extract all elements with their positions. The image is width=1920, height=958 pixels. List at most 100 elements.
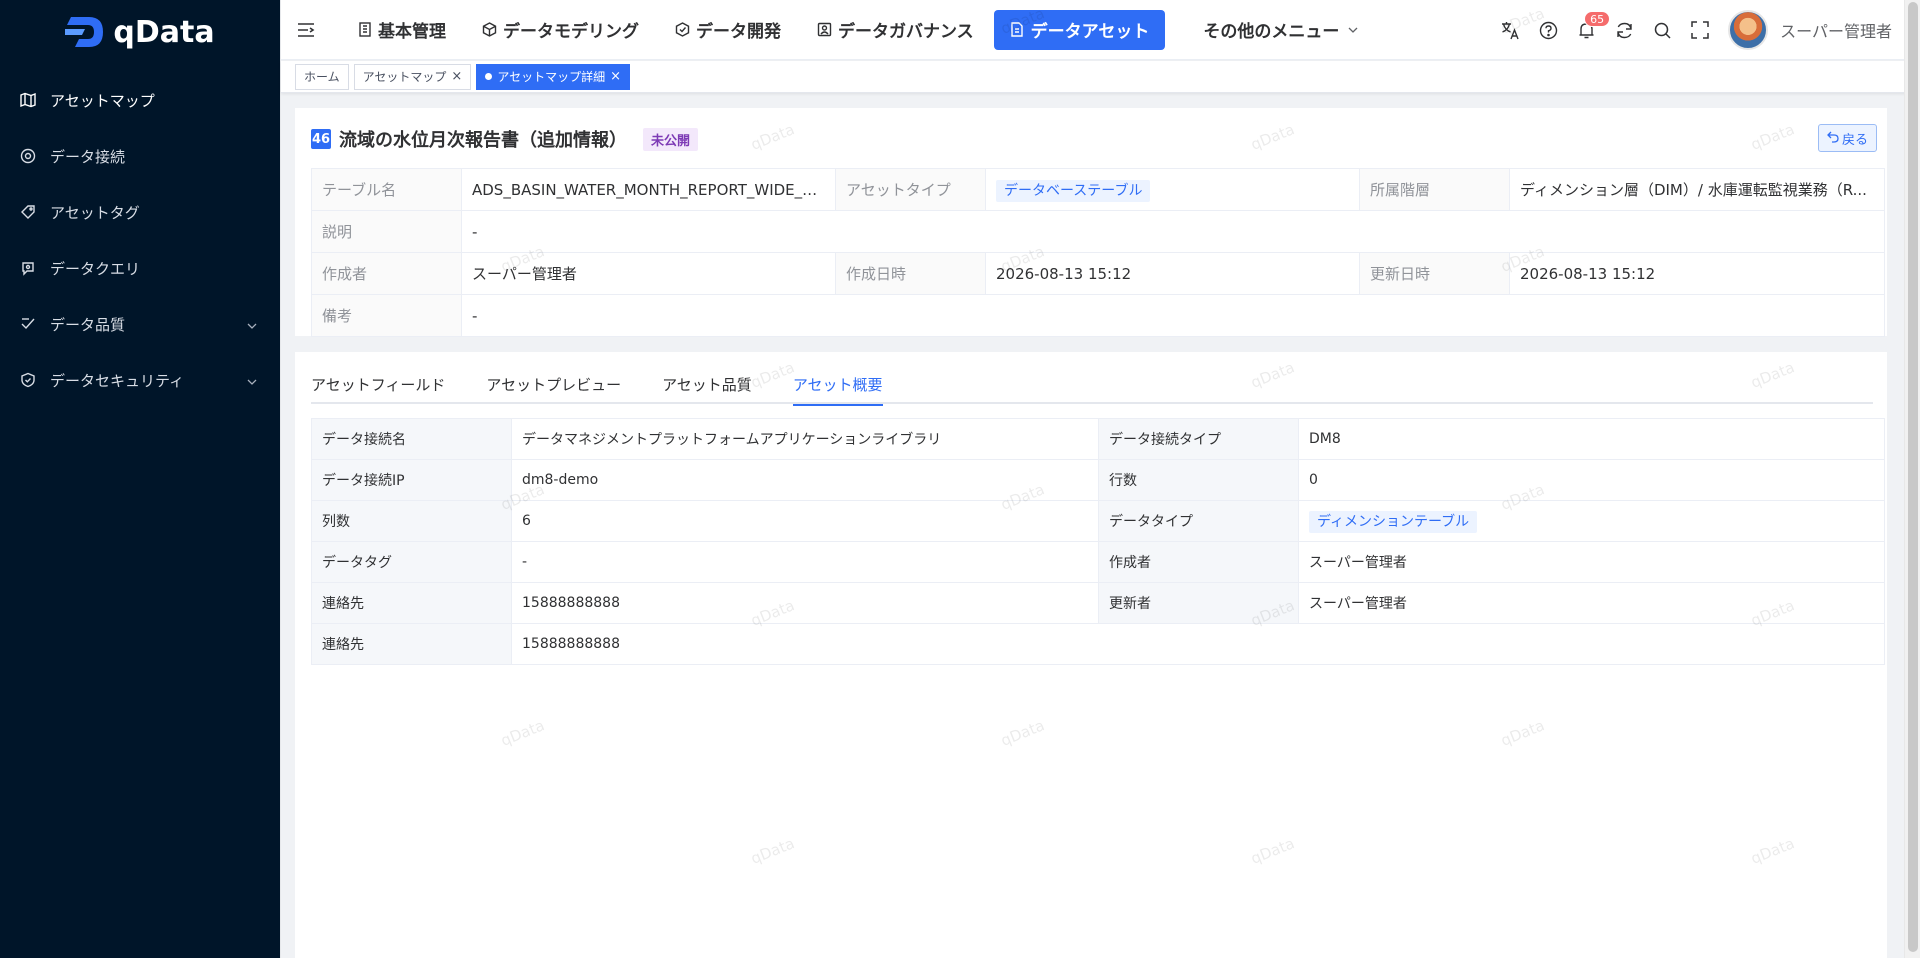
asset-overview-table: データ接続名 データマネジメントプラットフォームアプリケーションライブラリ デー… bbox=[311, 418, 1885, 665]
tag-label: アセットマップ bbox=[362, 70, 447, 84]
active-dot-icon bbox=[485, 73, 493, 80]
creator-label: 作成者 bbox=[311, 252, 462, 295]
sidebar-item-label: アセットタグ bbox=[50, 203, 140, 222]
map-icon bbox=[20, 92, 36, 108]
refresh-icon[interactable] bbox=[1614, 20, 1634, 40]
topnav-label: 基本管理 bbox=[378, 22, 446, 42]
table-row: 列数 6 データタイプ ディメンションテーブル bbox=[311, 500, 1885, 542]
overview-value: 15888888888 bbox=[511, 582, 1099, 624]
close-icon[interactable]: × bbox=[451, 70, 462, 83]
overview-value: - bbox=[511, 541, 1099, 583]
notification-bell-icon[interactable]: 65 bbox=[1576, 11, 1611, 40]
overview-label: データタグ bbox=[311, 541, 512, 583]
asset-tabs: アセットフィールド アセットプレビュー アセット品質 アセット概要 bbox=[311, 366, 1873, 406]
table-name-value: ADS_BASIN_WATER_MONTH_REPORT_WIDE_A... bbox=[461, 168, 836, 211]
asset-icon bbox=[1010, 22, 1025, 37]
top-nav: 基本管理 データモデリング データ開発 データガバナンス データアセット その他… bbox=[341, 0, 1380, 59]
sidebar-item-label: データクエリ bbox=[50, 259, 141, 278]
menu-fold-icon[interactable] bbox=[297, 22, 315, 38]
overview-label: 作成者 bbox=[1098, 541, 1299, 583]
page-scrollbar[interactable] bbox=[1904, 0, 1920, 958]
overview-value: 15888888888 bbox=[511, 623, 1885, 665]
description-value: - bbox=[461, 210, 1885, 253]
topnav-data-development[interactable]: データ開発 bbox=[659, 10, 797, 50]
sidebar-item-data-security[interactable]: データセキュリティ bbox=[0, 352, 280, 408]
layer-value: ディメンション層（DIM）/ 水庫運転監視業務（R... bbox=[1509, 168, 1885, 211]
overview-value: 0 bbox=[1298, 459, 1885, 501]
overview-label: データ接続IP bbox=[311, 459, 512, 501]
remarks-label: 備考 bbox=[311, 294, 462, 337]
hexagon-icon bbox=[675, 22, 690, 37]
cube-icon bbox=[482, 22, 497, 37]
sidebar-item-data-quality[interactable]: データ品質 bbox=[0, 296, 280, 352]
tag-asset-map-detail[interactable]: アセットマップ詳細 × bbox=[476, 63, 630, 90]
back-button[interactable]: 戻る bbox=[1817, 124, 1877, 152]
quality-icon bbox=[20, 316, 36, 332]
topnav-data-asset[interactable]: データアセット bbox=[993, 9, 1166, 50]
topnav-more-menu[interactable]: その他のメニュー bbox=[1187, 10, 1376, 50]
back-button-label: 戻る bbox=[1841, 131, 1868, 147]
overview-label: データ接続名 bbox=[311, 418, 512, 460]
status-badge: 未公開 bbox=[643, 127, 699, 151]
logo[interactable]: qData bbox=[0, 0, 280, 64]
asset-type-tag: データベーステーブル bbox=[996, 179, 1151, 202]
scrollbar-thumb[interactable] bbox=[1908, 2, 1918, 952]
qdata-logo-icon bbox=[65, 14, 107, 50]
overview-value: 6 bbox=[511, 500, 1099, 542]
logo-text: qData bbox=[113, 14, 215, 50]
overview-label: 更新者 bbox=[1098, 582, 1299, 624]
asset-tabs-panel: アセットフィールド アセットプレビュー アセット品質 アセット概要 データ接続名… bbox=[295, 352, 1887, 958]
username[interactable]: スーパー管理者 bbox=[1780, 18, 1892, 42]
fullscreen-icon[interactable] bbox=[1690, 20, 1710, 40]
sidebar-item-asset-tag[interactable]: アセットタグ bbox=[0, 184, 280, 240]
query-icon bbox=[20, 260, 36, 276]
data-type-tag: ディメンションテーブル bbox=[1309, 511, 1478, 533]
topnav-data-governance[interactable]: データガバナンス bbox=[801, 10, 990, 50]
translate-icon[interactable] bbox=[1500, 20, 1520, 40]
created-label: 作成日時 bbox=[835, 252, 986, 295]
tab-asset-quality[interactable]: アセット品質 bbox=[662, 366, 752, 404]
undo-icon bbox=[1827, 131, 1839, 146]
table-row: データタグ - 作成者 スーパー管理者 bbox=[311, 541, 1885, 583]
topnav-basic-management[interactable]: 基本管理 bbox=[341, 10, 462, 50]
sidebar-item-data-connection[interactable]: データ接続 bbox=[0, 128, 280, 184]
topnav-data-modeling[interactable]: データモデリング bbox=[466, 10, 655, 50]
sidebar-item-label: データ接続 bbox=[50, 147, 126, 166]
avatar[interactable] bbox=[1728, 10, 1769, 50]
asset-type-label: アセットタイプ bbox=[835, 168, 986, 211]
sidebar-item-data-query[interactable]: データクエリ bbox=[0, 240, 280, 296]
topnav-label: データガバナンス bbox=[838, 22, 974, 42]
overview-value: データマネジメントプラットフォームアプリケーションライブラリ bbox=[511, 418, 1099, 460]
sidebar-item-asset-map[interactable]: アセットマップ bbox=[0, 72, 280, 128]
tag-asset-map[interactable]: アセットマップ × bbox=[353, 63, 472, 90]
asset-description-table: テーブル名 ADS_BASIN_WATER_MONTH_REPORT_WIDE_… bbox=[311, 168, 1885, 337]
connection-icon bbox=[20, 148, 36, 164]
sidebar-item-label: データセキュリティ bbox=[50, 371, 185, 390]
topnav-label: その他のメニュー bbox=[1203, 22, 1340, 42]
side-nav: アセットマップ データ接続 アセットタグ データクエリ データ品質 データセキュ… bbox=[0, 72, 280, 408]
help-icon[interactable] bbox=[1538, 20, 1558, 40]
search-icon[interactable] bbox=[1652, 20, 1672, 40]
overview-value: dm8-demo bbox=[511, 459, 1099, 501]
tag-home[interactable]: ホーム bbox=[295, 63, 349, 90]
header-actions: 65 スーパー管理者 bbox=[1500, 0, 1892, 60]
topnav-label: データアセット bbox=[1030, 22, 1150, 42]
overview-label: 連絡先 bbox=[311, 582, 512, 624]
overview-value: スーパー管理者 bbox=[1298, 541, 1885, 583]
tab-asset-preview[interactable]: アセットプレビュー bbox=[486, 366, 621, 404]
close-icon[interactable]: × bbox=[610, 70, 621, 83]
sidebar-divider bbox=[280, 0, 281, 958]
asset-number-badge: 46 bbox=[311, 129, 331, 149]
chevron-down-icon bbox=[246, 318, 258, 330]
overview-value: DM8 bbox=[1298, 418, 1885, 460]
page-title: 流域の水位月次報告書（追加情報） bbox=[339, 130, 627, 151]
sidebar-item-label: アセットマップ bbox=[50, 91, 155, 110]
chevron-down-icon bbox=[1345, 22, 1360, 37]
asset-type-cell: データベーステーブル bbox=[985, 168, 1360, 211]
table-name-label: テーブル名 bbox=[311, 168, 462, 211]
tag-label: アセットマップ詳細 bbox=[497, 70, 606, 84]
sidebar-item-label: データ品質 bbox=[50, 315, 126, 334]
updated-value: 2026-08-13 15:12 bbox=[1509, 252, 1885, 295]
tab-asset-overview[interactable]: アセット概要 bbox=[792, 366, 883, 406]
tab-asset-fields[interactable]: アセットフィールド bbox=[311, 366, 445, 404]
